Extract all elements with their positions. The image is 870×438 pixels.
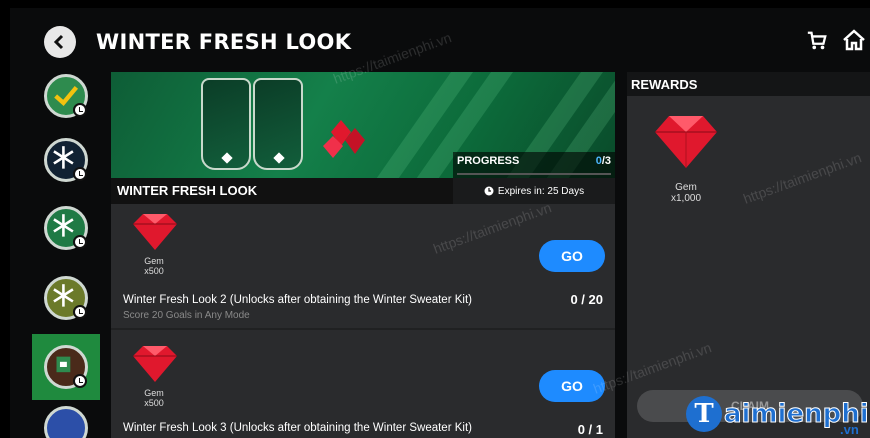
snowflake-icon [44, 276, 88, 320]
progress-label: PROGRESS [457, 155, 520, 167]
reward-label: Gem x500 [144, 256, 164, 276]
clock-icon [73, 235, 87, 249]
shield-icon [44, 406, 88, 438]
clock-icon [73, 103, 87, 117]
divider [111, 328, 615, 330]
kit-icon [44, 345, 88, 389]
objective-row: Gem x500 GO Winter Fresh Look 3 (Unlocks … [111, 336, 615, 438]
home-icon[interactable] [842, 28, 866, 52]
sidebar-item-snowflake-3[interactable] [32, 266, 100, 330]
rewards-panel: REWARDS Gem x1,000 CLAIM [627, 72, 870, 438]
gem-icon [133, 346, 177, 382]
go-button[interactable]: GO [539, 240, 605, 272]
gem-icon [655, 116, 717, 168]
sidebar-item-completed[interactable] [32, 64, 100, 128]
objective-row: Gem x500 GO Winter Fresh Look 2 (Unlocks … [111, 204, 615, 321]
objective-group-title: WINTER FRESH LOOK [117, 183, 258, 198]
logo-letter: T [686, 396, 722, 432]
objective-title: Winter Fresh Look 2 (Unlocks after obtai… [123, 294, 472, 306]
gem-pile-icon [323, 120, 365, 158]
rewards-title: REWARDS [631, 77, 698, 92]
player-card-icon [201, 78, 251, 170]
progress-bar [457, 173, 611, 175]
page-title: WINTER FRESH LOOK [96, 30, 352, 54]
cart-icon[interactable] [806, 30, 828, 52]
sidebar-item-snowflake-1[interactable] [32, 128, 100, 192]
clock-icon [73, 374, 87, 388]
progress-box: PROGRESS 0/3 [453, 152, 615, 178]
expiry-text: Expires in: 25 Days [497, 185, 585, 197]
objective-banner: PROGRESS 0/3 [111, 72, 615, 180]
sidebar-item-next[interactable] [32, 406, 100, 438]
sidebar-item-snowflake-2[interactable] [32, 196, 100, 260]
chevron-left-icon [53, 34, 64, 50]
clock-icon [484, 186, 494, 196]
clock-icon [73, 305, 87, 319]
objective-count: 0 / 1 [577, 422, 603, 437]
snowflake-icon [44, 206, 88, 250]
snowflake-icon [44, 138, 88, 182]
progress-value: 0/3 [595, 155, 611, 167]
check-icon [44, 74, 88, 118]
player-card-icon [253, 78, 303, 170]
logo-suffix: .vn [840, 422, 859, 437]
clock-icon [73, 167, 87, 181]
reward-label: Gem x500 [144, 388, 164, 408]
objective-count: 0 / 20 [570, 292, 603, 307]
gem-icon [133, 214, 177, 250]
objective-panel: PROGRESS 0/3 WINTER FRESH LOOK Expires i… [111, 72, 615, 438]
reward-label: Gem x1,000 [670, 182, 702, 204]
back-button[interactable] [44, 26, 76, 58]
objective-title: Winter Fresh Look 3 (Unlocks after obtai… [123, 422, 472, 434]
sidebar-item-winter-kit[interactable] [32, 334, 100, 400]
objective-description: Score 20 Goals in Any Mode [123, 310, 250, 321]
rewards-header: REWARDS [627, 72, 870, 96]
expiry-timer: Expires in: 25 Days [453, 178, 615, 204]
